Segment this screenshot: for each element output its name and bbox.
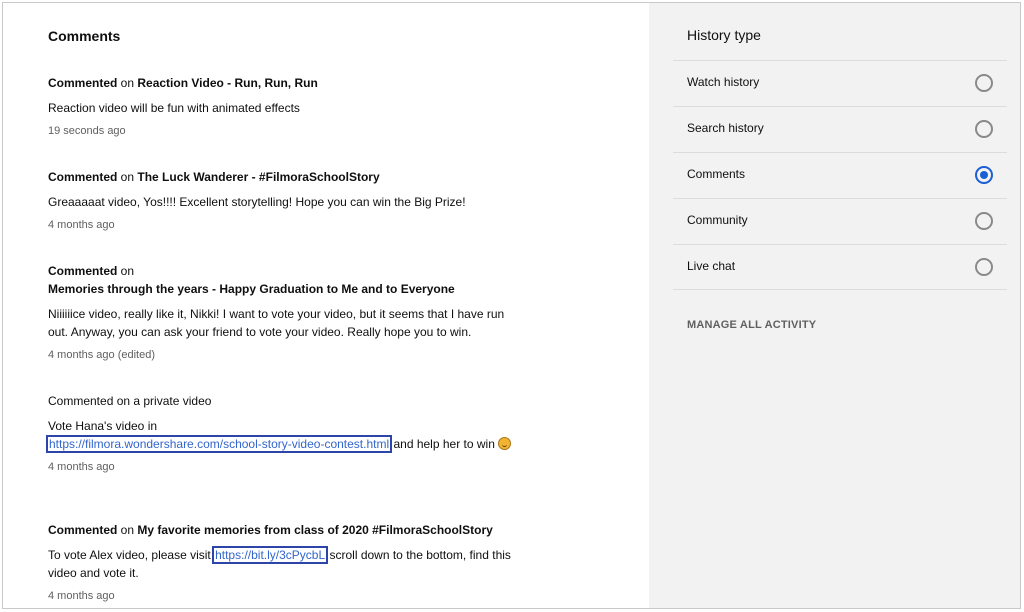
video-title-link[interactable]: Memories through the years - Happy Gradu… — [48, 282, 455, 296]
comment-timestamp: 4 months ago — [48, 590, 115, 602]
comment-action: Commented — [48, 170, 118, 184]
app-window: Comments Commented on Reaction Video - R… — [2, 2, 1021, 609]
sidebar-item-label: Comments — [687, 167, 746, 181]
comment-text: To vote Alex video, please visit https:/… — [48, 546, 518, 582]
sidebar-item-label: Live chat — [687, 259, 736, 273]
comment-text: Reaction video will be fun with animated… — [48, 101, 300, 115]
comment-text-after: and help her to win — [390, 437, 499, 451]
comments-panel: Comments Commented on Reaction Video - R… — [3, 3, 649, 608]
comment-link[interactable]: https://filmora.wondershare.com/school-s… — [45, 435, 393, 453]
sidebar-title: History type — [687, 27, 761, 43]
grinning-face-emoji — [498, 437, 512, 450]
video-title-link[interactable]: Reaction Video - Run, Run, Run — [137, 76, 317, 90]
sidebar-item-community[interactable]: Community — [673, 198, 1007, 244]
comment-item: Commented on a private video Vote Hana's… — [45, 392, 518, 475]
radio-button[interactable] — [975, 120, 993, 138]
sidebar-item-search-history[interactable]: Search history — [673, 106, 1007, 152]
comment-text: Greaaaaat video, Yos!!!! Excellent story… — [48, 195, 466, 209]
comment-item: Commented on Reaction Video - Run, Run, … — [48, 74, 518, 139]
comment-header: Commented on a private video — [48, 394, 212, 408]
radio-button[interactable] — [975, 258, 993, 276]
comment-text: Niiiiiice video, really like it, Nikki! … — [48, 307, 505, 339]
video-title-link[interactable]: The Luck Wanderer - #FilmoraSchoolStory — [137, 170, 379, 184]
sidebar-item-comments[interactable]: Comments — [673, 152, 1007, 198]
manage-all-activity-link[interactable]: MANAGE ALL ACTIVITY — [687, 319, 816, 331]
comment-header: Commented on Memories through the years … — [48, 262, 518, 298]
comment-timestamp: 4 months ago — [48, 219, 115, 231]
comment-timestamp: 19 seconds ago — [48, 125, 126, 137]
page-title: Comments — [48, 28, 121, 44]
comment-action: Commented — [48, 523, 118, 537]
comment-action: Commented — [48, 76, 118, 90]
comment-link[interactable]: https://bit.ly/3cPycbL — [212, 546, 329, 564]
comment-header: Commented on My favorite memories from c… — [48, 521, 518, 539]
comment-item: Commented on The Luck Wanderer - #Filmor… — [48, 168, 518, 233]
comment-text: Vote Hana's video in https://filmora.won… — [45, 417, 518, 453]
comment-action: Commented — [48, 264, 118, 278]
comment-on-word: on — [117, 170, 138, 184]
comment-timestamp: 4 months ago (edited) — [48, 349, 156, 361]
comment-on-word: on — [117, 76, 138, 90]
sidebar-item-live-chat[interactable]: Live chat — [673, 244, 1007, 290]
radio-button[interactable] — [975, 74, 993, 92]
sidebar-item-label: Community — [687, 213, 748, 227]
comment-item: Commented on Memories through the years … — [48, 262, 518, 363]
comment-text-before: Vote Hana's video in — [48, 419, 158, 433]
comment-on-word: on — [117, 523, 138, 537]
radio-button-selected[interactable] — [975, 166, 993, 184]
sidebar-item-watch-history[interactable]: Watch history — [673, 60, 1007, 106]
comment-on-word: on — [117, 264, 135, 278]
radio-button[interactable] — [975, 212, 993, 230]
comment-item: Commented on My favorite memories from c… — [48, 521, 518, 604]
comment-timestamp: 4 months ago — [48, 461, 115, 473]
sidebar-item-label: Watch history — [687, 75, 760, 89]
sidebar-item-label: Search history — [687, 121, 764, 135]
history-type-sidebar: History type Watch history Search histor… — [649, 3, 1020, 608]
comment-header: Commented on The Luck Wanderer - #Filmor… — [48, 168, 518, 186]
comment-text-before: To vote Alex video, please visit — [48, 548, 215, 562]
video-title-link[interactable]: My favorite memories from class of 2020 … — [137, 523, 492, 537]
comment-header: Commented on Reaction Video - Run, Run, … — [48, 74, 518, 92]
